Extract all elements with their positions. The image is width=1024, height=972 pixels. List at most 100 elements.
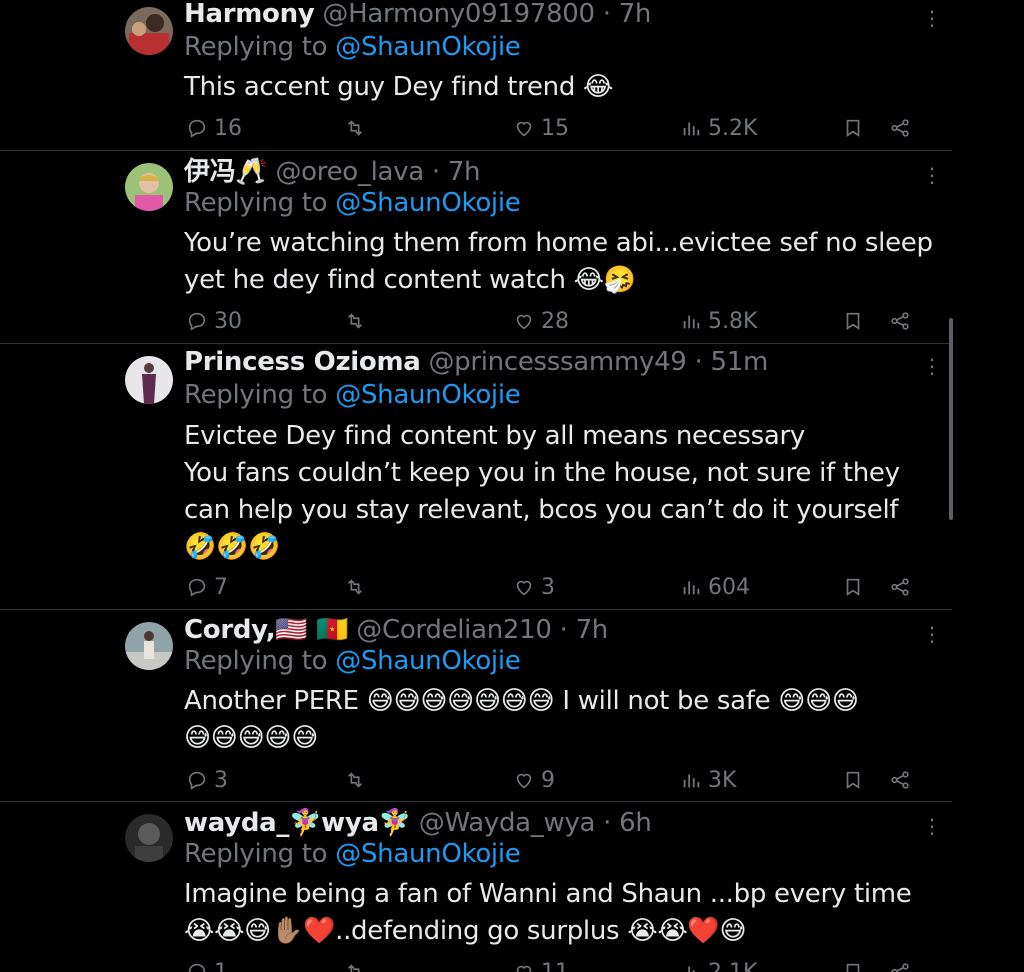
share-button[interactable] bbox=[889, 113, 911, 143]
avatar[interactable] bbox=[125, 163, 173, 211]
user-handle[interactable]: @Wayda_wya bbox=[419, 808, 596, 838]
view-count: 2.1K bbox=[708, 959, 758, 972]
reply-button[interactable]: 16 bbox=[186, 113, 242, 143]
display-name[interactable]: 伊冯🥂 bbox=[184, 157, 268, 187]
views-button[interactable]: 604 bbox=[680, 572, 750, 602]
bookmark-icon bbox=[846, 312, 860, 330]
bookmark-icon bbox=[846, 119, 860, 137]
retweet-button[interactable] bbox=[344, 113, 366, 143]
tweet[interactable]: 伊冯🥂 @oreo_lava · 7h ⋮ Replying to @Shaun… bbox=[0, 151, 952, 344]
tweet[interactable]: Harmony @Harmony09197800 · 7h ⋮ Replying… bbox=[0, 0, 952, 151]
tweet-text-line: yet he dey find content watch 😂🤧 bbox=[184, 265, 636, 295]
retweet-icon bbox=[347, 772, 363, 788]
tweet-text-line: can help you stay relevant, bcos you can… bbox=[184, 495, 899, 525]
timestamp[interactable]: 51m bbox=[710, 347, 768, 377]
reply-icon bbox=[188, 771, 206, 790]
more-icon[interactable]: ⋮ bbox=[922, 624, 942, 648]
display-name[interactable]: Harmony bbox=[184, 0, 315, 29]
tweet[interactable]: wayda_🧚‍♀️wya🧚‍♀️ @Wayda_wya · 6h ⋮ Repl… bbox=[0, 802, 952, 972]
reply-button[interactable]: 3 bbox=[186, 765, 228, 795]
reply-button[interactable]: 30 bbox=[186, 306, 242, 336]
like-button[interactable]: 3 bbox=[513, 572, 555, 602]
mention-link[interactable]: @ShaunOkojie bbox=[335, 380, 521, 410]
reply-count: 7 bbox=[214, 574, 228, 600]
share-button[interactable] bbox=[889, 957, 911, 972]
mention-link[interactable]: @ShaunOkojie bbox=[335, 32, 521, 62]
like-count: 3 bbox=[541, 574, 555, 600]
reply-icon bbox=[188, 312, 206, 331]
tweet-text-line: 😭😭😅✋🏽❤️..defending go surplus 😭😭❤️😅 bbox=[184, 916, 747, 946]
avatar[interactable] bbox=[125, 356, 173, 404]
tweet[interactable]: Cordy,🇺🇸 🇨🇲 @Cordelian210 · 7h ⋮ Replyin… bbox=[0, 610, 952, 802]
tweet-text-line: Imagine being a fan of Wanni and Shaun .… bbox=[184, 879, 912, 909]
share-button[interactable] bbox=[889, 572, 911, 602]
retweet-button[interactable] bbox=[344, 572, 366, 602]
share-icon bbox=[891, 578, 909, 596]
tweet-text: Another PERE 😅😅😅😅😅😅😅 I will not be safe … bbox=[184, 683, 944, 757]
reply-count: 3 bbox=[214, 767, 228, 793]
tweet-text-line: This accent guy Dey find trend 😂 bbox=[184, 72, 614, 102]
views-icon bbox=[683, 315, 700, 329]
tweet-text-line: Another PERE 😅😅😅😅😅😅😅 I will not be safe … bbox=[184, 686, 859, 716]
share-icon bbox=[891, 771, 909, 789]
retweet-button[interactable] bbox=[344, 306, 366, 336]
avatar[interactable] bbox=[125, 814, 173, 862]
mention-link[interactable]: @ShaunOkojie bbox=[335, 646, 521, 676]
reply-button[interactable]: 1 bbox=[186, 957, 228, 972]
view-count: 3K bbox=[708, 767, 737, 793]
reply-icon bbox=[188, 963, 206, 972]
tweet-text: Imagine being a fan of Wanni and Shaun .… bbox=[184, 876, 944, 950]
timestamp[interactable]: 6h bbox=[619, 808, 652, 838]
retweet-button[interactable] bbox=[344, 765, 366, 795]
user-handle[interactable]: @oreo_lava bbox=[275, 157, 424, 187]
more-icon[interactable]: ⋮ bbox=[922, 356, 942, 380]
views-button[interactable]: 2.1K bbox=[680, 957, 757, 972]
share-button[interactable] bbox=[889, 306, 911, 336]
like-count: 11 bbox=[541, 959, 569, 972]
display-name[interactable]: Cordy,🇺🇸 🇨🇲 bbox=[184, 615, 349, 645]
avatar[interactable] bbox=[125, 7, 173, 55]
display-name[interactable]: Princess Ozioma bbox=[184, 347, 421, 377]
tweet[interactable]: Princess Ozioma @princesssammy49 · 51m ⋮… bbox=[0, 344, 952, 610]
user-handle[interactable]: @Cordelian210 bbox=[356, 615, 552, 645]
like-button[interactable]: 9 bbox=[513, 765, 555, 795]
bookmark-button[interactable] bbox=[842, 765, 864, 795]
views-button[interactable]: 5.8K bbox=[680, 306, 757, 336]
views-button[interactable]: 3K bbox=[680, 765, 736, 795]
scrollbar[interactable] bbox=[949, 318, 953, 520]
tweet-actions: 30 28 5.8K bbox=[186, 306, 916, 336]
timestamp[interactable]: 7h bbox=[448, 157, 481, 187]
tweet-text: You’re watching them from home abi...evi… bbox=[184, 225, 944, 299]
user-handle[interactable]: @princesssammy49 bbox=[428, 347, 686, 377]
heart-icon bbox=[516, 965, 532, 972]
retweet-icon bbox=[347, 579, 363, 595]
retweet-button[interactable] bbox=[344, 957, 366, 972]
display-name[interactable]: wayda_🧚‍♀️wya🧚‍♀️ bbox=[184, 808, 411, 838]
views-button[interactable]: 5.2K bbox=[680, 113, 757, 143]
avatar[interactable] bbox=[125, 622, 173, 670]
bookmark-button[interactable] bbox=[842, 572, 864, 602]
replying-to-label: Replying to bbox=[184, 839, 328, 869]
bookmark-button[interactable] bbox=[842, 113, 864, 143]
bookmark-button[interactable] bbox=[842, 306, 864, 336]
share-button[interactable] bbox=[889, 765, 911, 795]
like-button[interactable]: 11 bbox=[513, 957, 569, 972]
reply-button[interactable]: 7 bbox=[186, 572, 228, 602]
like-button[interactable]: 15 bbox=[513, 113, 569, 143]
mention-link[interactable]: @ShaunOkojie bbox=[335, 839, 521, 869]
views-icon bbox=[683, 774, 700, 788]
more-icon[interactable]: ⋮ bbox=[922, 816, 942, 840]
like-button[interactable]: 28 bbox=[513, 306, 569, 336]
view-count: 604 bbox=[708, 574, 750, 600]
share-icon bbox=[891, 312, 909, 330]
timestamp[interactable]: 7h bbox=[619, 0, 652, 29]
tweet-text: This accent guy Dey find trend 😂 bbox=[184, 69, 944, 106]
user-handle[interactable]: @Harmony09197800 bbox=[322, 0, 595, 29]
retweet-icon bbox=[347, 120, 363, 136]
mention-link[interactable]: @ShaunOkojie bbox=[335, 188, 521, 218]
timestamp[interactable]: 7h bbox=[576, 615, 609, 645]
more-icon[interactable]: ⋮ bbox=[922, 8, 942, 32]
more-icon[interactable]: ⋮ bbox=[922, 165, 942, 189]
bookmark-button[interactable] bbox=[842, 957, 864, 972]
replying-to-label: Replying to bbox=[184, 646, 328, 676]
